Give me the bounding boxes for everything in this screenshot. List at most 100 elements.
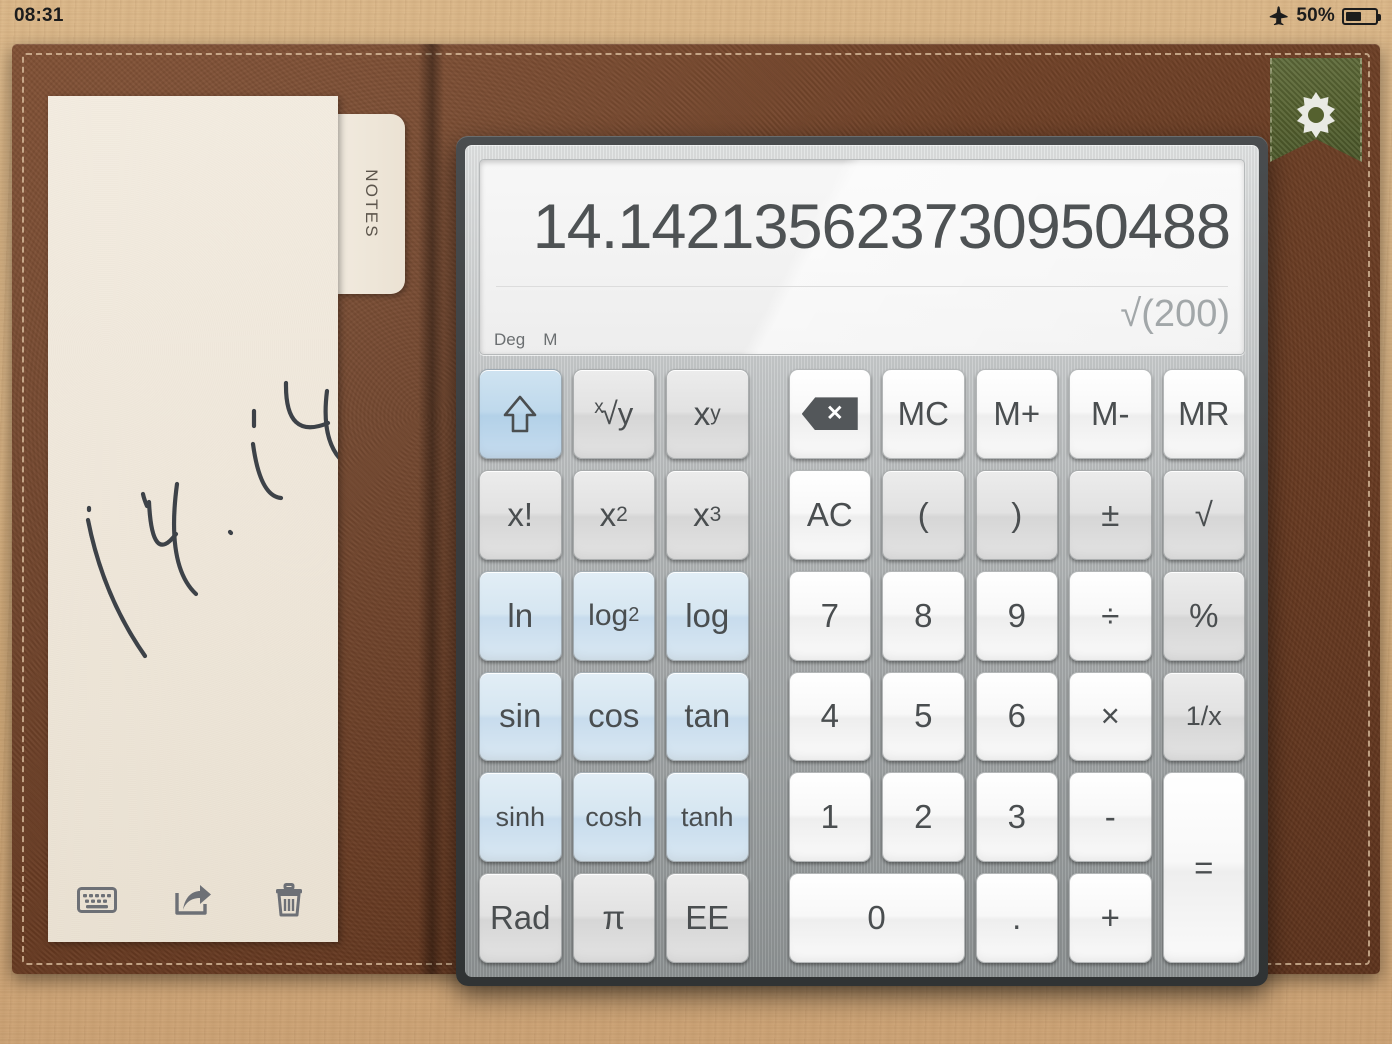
calculator-display: 14.142135623730950488 √(200) Deg M: [479, 159, 1245, 355]
key-4[interactable]: 4: [788, 671, 871, 762]
key-cube[interactable]: x3: [666, 469, 749, 560]
keyboard-icon[interactable]: [76, 880, 118, 920]
memory-indicator: M: [543, 330, 558, 349]
key-label: sinh: [495, 801, 546, 832]
key-log2[interactable]: log 2: [572, 570, 655, 661]
cube-base: x: [693, 495, 710, 533]
key-label: EE: [685, 899, 730, 937]
key-sinh[interactable]: sinh: [479, 772, 562, 863]
trash-icon[interactable]: [268, 880, 310, 920]
key-factorial[interactable]: x!: [479, 469, 562, 560]
key-8[interactable]: 8: [882, 570, 965, 661]
key-label: log: [685, 596, 730, 634]
key-label: (: [917, 495, 929, 533]
key-9[interactable]: 9: [975, 570, 1058, 661]
key-memory-add[interactable]: M+: [975, 369, 1058, 459]
notes-page[interactable]: [48, 96, 338, 942]
key-sqrt[interactable]: √: [1162, 469, 1245, 560]
key-tanh[interactable]: tanh: [666, 772, 749, 863]
key-label: tan: [684, 697, 731, 735]
key-shift[interactable]: [479, 369, 562, 459]
key-1[interactable]: 1: [788, 772, 871, 863]
key-label: ): [1011, 495, 1023, 533]
key-decimal[interactable]: .: [975, 873, 1058, 963]
key-memory-subtract[interactable]: M-: [1069, 369, 1152, 459]
square-base: x: [599, 495, 617, 533]
display-indicators: Deg M: [494, 330, 557, 350]
key-label: +: [1100, 899, 1120, 937]
key-paren-close[interactable]: ): [975, 469, 1058, 560]
status-bar: 08:31 50%: [0, 0, 1392, 32]
key-0[interactable]: 0: [788, 873, 965, 963]
notes-toolbar: [48, 880, 338, 920]
key-label: Rad: [489, 899, 551, 937]
backspace-icon: ✕: [801, 397, 858, 431]
key-label: 0: [867, 899, 886, 937]
key-cos[interactable]: cos: [572, 671, 655, 762]
key-all-clear[interactable]: AC: [788, 469, 871, 560]
settings-ribbon[interactable]: [1270, 58, 1362, 162]
nth-root-body: √y: [600, 396, 634, 432]
key-memory-recall[interactable]: MR: [1162, 369, 1245, 459]
log2-sub: 2: [628, 604, 640, 627]
key-label: √: [1194, 495, 1213, 533]
key-plus-minus[interactable]: ±: [1069, 469, 1152, 560]
key-3[interactable]: 3: [975, 772, 1058, 863]
key-label: 4: [820, 697, 839, 735]
key-memory-clear[interactable]: MC: [882, 369, 965, 459]
key-plus[interactable]: +: [1069, 873, 1152, 963]
key-label: ln: [507, 596, 534, 634]
key-minus[interactable]: -: [1069, 772, 1152, 863]
key-7[interactable]: 7: [788, 570, 871, 661]
key-percent[interactable]: %: [1162, 570, 1245, 661]
notes-pane: NOTES: [48, 96, 405, 942]
key-label: 7: [820, 596, 839, 634]
key-label: cosh: [585, 801, 643, 832]
key-ee[interactable]: EE: [666, 873, 749, 963]
keypad-gutter: [760, 873, 778, 963]
key-label: 1/x: [1185, 700, 1222, 731]
key-angle-mode[interactable]: Rad: [479, 873, 562, 963]
key-6[interactable]: 6: [975, 671, 1058, 762]
key-backspace[interactable]: ✕: [788, 369, 871, 459]
key-label: sin: [499, 697, 542, 735]
share-icon[interactable]: [172, 880, 214, 920]
key-multiply[interactable]: ×: [1069, 671, 1152, 762]
calculator-device: 14.142135623730950488 √(200) Deg M x √y …: [456, 136, 1268, 986]
key-2[interactable]: 2: [882, 772, 965, 863]
status-time: 08:31: [14, 5, 64, 26]
key-tan[interactable]: tan: [666, 671, 749, 762]
key-5[interactable]: 5: [882, 671, 965, 762]
key-pi[interactable]: π: [572, 873, 655, 963]
key-divide[interactable]: ÷: [1069, 570, 1152, 661]
key-x-pow-y[interactable]: xy: [666, 369, 749, 459]
key-label: M+: [993, 394, 1041, 432]
battery-icon: [1342, 7, 1381, 25]
key-label: 8: [914, 596, 933, 634]
key-label: =: [1194, 848, 1214, 886]
key-sin[interactable]: sin: [479, 671, 562, 762]
notes-tab[interactable]: NOTES: [337, 114, 405, 294]
key-label: ÷: [1101, 596, 1120, 634]
key-label: ±: [1101, 495, 1120, 533]
key-reciprocal[interactable]: 1/x: [1162, 671, 1245, 762]
key-label: 2: [914, 798, 933, 836]
key-label: ×: [1100, 697, 1120, 735]
key-square[interactable]: x2: [572, 469, 655, 560]
key-cosh[interactable]: cosh: [572, 772, 655, 863]
key-equals[interactable]: =: [1162, 772, 1245, 963]
key-nth-root[interactable]: x √y: [572, 369, 655, 459]
key-log[interactable]: log: [666, 570, 749, 661]
key-label: 1: [820, 798, 839, 836]
airplane-icon: [1270, 6, 1289, 26]
key-label: .: [1012, 899, 1022, 937]
keypad-gutter: [760, 672, 778, 762]
key-ln[interactable]: ln: [479, 570, 562, 661]
cube-exp: 3: [709, 502, 722, 526]
handwritten-note: [85, 380, 338, 659]
key-paren-open[interactable]: (: [882, 469, 965, 560]
square-exp: 2: [616, 502, 628, 526]
keypad-gutter: [760, 470, 778, 560]
key-label: 5: [914, 697, 933, 735]
angle-mode-indicator: Deg: [494, 330, 526, 349]
